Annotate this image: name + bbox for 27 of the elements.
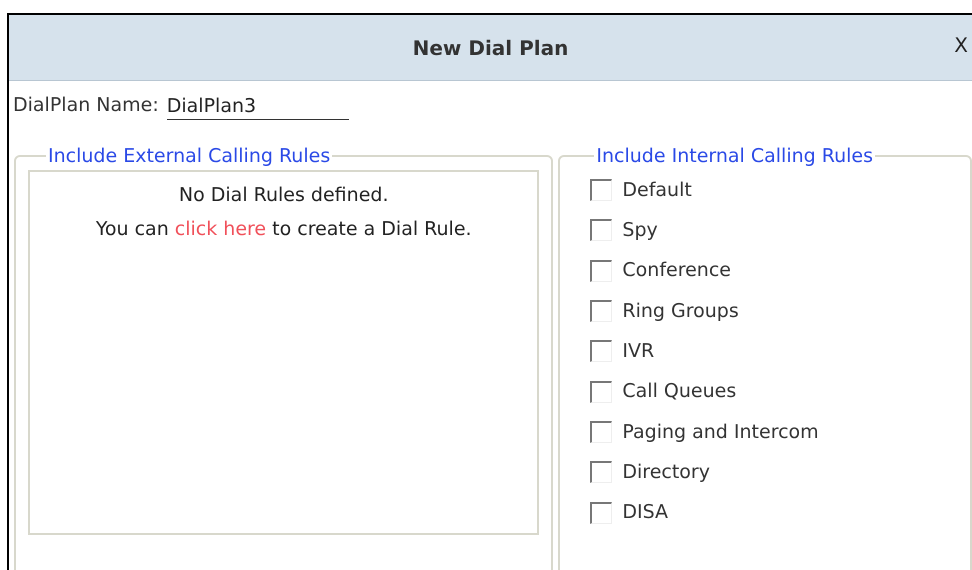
external-rules-legend: Include External Calling Rules xyxy=(46,142,332,170)
internal-rules-legend: Include Internal Calling Rules xyxy=(594,142,876,170)
create-rule-link[interactable]: click here xyxy=(174,218,266,240)
rule-checkbox[interactable] xyxy=(590,461,612,484)
rule-label: Conference xyxy=(622,258,731,284)
rule-label: Directory xyxy=(622,460,710,485)
rule-checkbox[interactable] xyxy=(590,179,612,202)
rule-checkbox[interactable] xyxy=(590,260,612,282)
dialplan-name-field[interactable]: DialPlan3 xyxy=(166,94,349,120)
rule-checkbox[interactable] xyxy=(590,420,612,443)
rule-label: Ring Groups xyxy=(622,298,739,324)
empty-rules-title: No Dial Rules defined. xyxy=(178,183,390,208)
rule-label: IVR xyxy=(622,339,654,364)
rule-checkbox[interactable] xyxy=(590,340,612,362)
rule-label: Call Queues xyxy=(622,379,736,404)
rule-checkbox[interactable] xyxy=(590,502,612,524)
rule-label: Spy xyxy=(622,218,658,244)
rule-checkbox[interactable] xyxy=(590,380,612,403)
rule-label: Paging and Intercom xyxy=(622,420,819,445)
close-button[interactable]: X xyxy=(954,35,968,55)
rule-checkbox[interactable] xyxy=(590,300,612,322)
rule-label: Default xyxy=(622,178,692,203)
create-rule-message: You can click here to create a Dial Rule. xyxy=(94,217,473,242)
rule-checkbox[interactable] xyxy=(590,219,612,242)
rule-label: DISA xyxy=(622,500,668,526)
dialog-title: New Dial Plan xyxy=(412,34,568,62)
dialplan-name-label: DialPlan Name: xyxy=(13,93,159,118)
